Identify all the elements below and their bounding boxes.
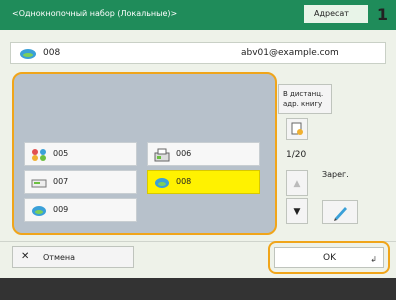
page-indicator: 1/20	[286, 150, 307, 160]
close-icon: ✕	[21, 251, 30, 262]
address-list-panel: 005 006 007 008 009	[12, 72, 277, 235]
group-icon	[32, 149, 46, 161]
email-icon	[32, 206, 46, 216]
scroll-up-button[interactable]: ▲	[286, 170, 308, 196]
entry-label: 008	[176, 177, 192, 186]
pencil-icon	[334, 207, 347, 221]
selected-address-bar: 008 abv01@example.com	[10, 42, 386, 64]
footer-bar	[0, 278, 396, 300]
tab-number: 1	[376, 5, 388, 24]
address-number: 008	[43, 48, 61, 58]
cancel-button[interactable]: ✕ Отмена	[12, 246, 134, 268]
confirm-corner-icon: ↲	[370, 255, 377, 264]
scanner-icon	[31, 179, 47, 188]
address-email: abv01@example.com	[241, 48, 339, 58]
entry-005[interactable]: 005	[24, 142, 137, 166]
scroll-down-button[interactable]: ▼	[286, 198, 308, 224]
ok-label: OK	[323, 253, 336, 263]
header-bar: <Однокнопочный набор (Локальные)> Адреса…	[0, 0, 396, 30]
details-icon	[291, 122, 303, 135]
email-icon	[20, 49, 36, 59]
ok-button[interactable]: OK ↲	[274, 247, 384, 268]
entry-008[interactable]: 008	[147, 170, 260, 194]
page-title: <Однокнопочный набор (Локальные)>	[12, 9, 178, 18]
entry-007[interactable]: 007	[24, 170, 137, 194]
email-icon	[155, 178, 169, 188]
tab-destination[interactable]: Адресат	[304, 5, 368, 23]
entry-label: 005	[53, 149, 69, 158]
entry-006[interactable]: 006	[147, 142, 260, 166]
ok-button-frame: OK ↲	[268, 241, 390, 274]
remote-address-book-button[interactable]: В дистанц. адр. книгу	[278, 84, 332, 114]
entry-label: 007	[53, 177, 69, 186]
entry-label: 006	[176, 149, 192, 158]
cancel-label: Отмена	[43, 253, 76, 262]
fax-icon	[154, 148, 170, 162]
entry-009[interactable]: 009	[24, 198, 137, 222]
details-button[interactable]	[286, 118, 308, 140]
register-label: Зарег.	[322, 170, 349, 179]
register-button[interactable]	[322, 200, 358, 224]
entry-label: 009	[53, 205, 69, 214]
